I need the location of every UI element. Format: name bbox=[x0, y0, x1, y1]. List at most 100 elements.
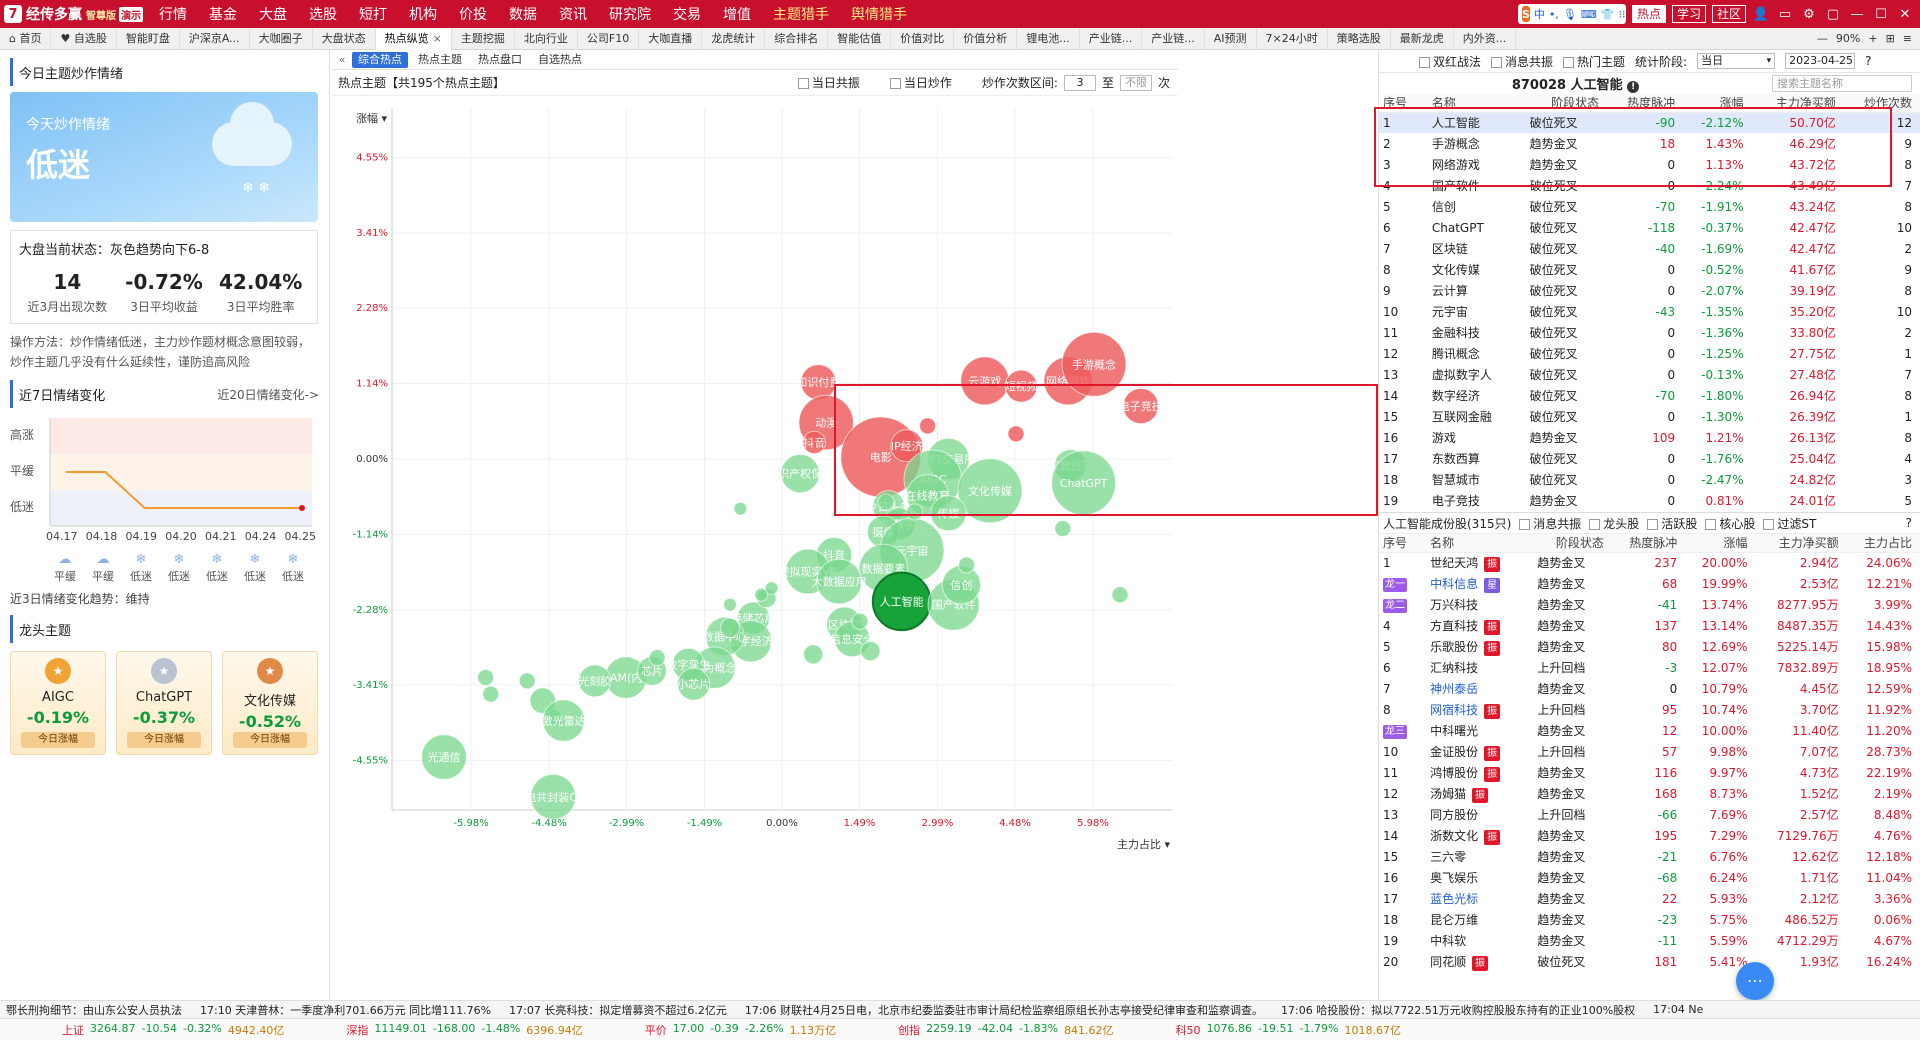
tab-item[interactable]: 龙虎统计 bbox=[702, 27, 766, 50]
stock-row[interactable]: 12 汤姆猫振趋势金叉 168 8.73% 1.52亿 2.19% bbox=[1379, 783, 1920, 804]
stock-filter-checkbox[interactable]: 核心股 bbox=[1705, 515, 1755, 532]
week-more-link[interactable]: 近20日情绪变化-> bbox=[217, 386, 319, 403]
leader-card[interactable]: ★ ChatGPT -0.37% 今日涨幅 bbox=[116, 651, 212, 755]
date-picker[interactable]: 2023-04-25 bbox=[1785, 53, 1856, 69]
leader-card[interactable]: ★ AIGC -0.19% 今日涨幅 bbox=[10, 651, 106, 755]
stock-col-header[interactable]: 阶段状态 bbox=[1533, 534, 1612, 553]
tab-item[interactable]: 策略选股 bbox=[1328, 27, 1391, 50]
leader-button[interactable]: 今日涨幅 bbox=[127, 732, 201, 748]
range-from-input[interactable]: 3 bbox=[1063, 74, 1096, 91]
stock-row[interactable]: 龙二 万兴科技 趋势金叉 -41 13.74% 8277.95万 3.99% bbox=[1379, 594, 1920, 615]
tab-item[interactable]: 产业链... bbox=[1142, 27, 1205, 50]
stock-row[interactable]: 17 蓝色光标 趋势金叉 22 5.93% 2.12亿 3.36% bbox=[1379, 888, 1920, 909]
news-item[interactable]: 17:04 Ne bbox=[1653, 1003, 1703, 1016]
news-item[interactable]: 17:07 长亮科技：拟定增募资不超过6.2亿元 bbox=[509, 1002, 727, 1018]
collapse-icon[interactable]: « bbox=[332, 53, 352, 66]
stock-col-header[interactable]: 主力占比 bbox=[1846, 534, 1920, 553]
zoom-out-button[interactable]: — bbox=[1817, 32, 1828, 45]
theme-row[interactable]: 15 互联网金融 破位死叉 0 -1.30% 26.39亿 1 bbox=[1379, 406, 1920, 427]
stock-row[interactable]: 7 神州泰岳 趋势金叉 0 10.79% 4.45亿 12.59% bbox=[1379, 678, 1920, 699]
bubble[interactable] bbox=[803, 644, 824, 665]
double-red-checkbox[interactable]: 双红战法 bbox=[1419, 53, 1481, 70]
user-icon[interactable]: 👤 bbox=[1752, 5, 1770, 23]
theme-row[interactable]: 18 智慧城市 破位死叉 0 -2.47% 24.82亿 3 bbox=[1379, 469, 1920, 490]
stock-row[interactable]: 14 浙数文化振趋势金叉 195 7.29% 7129.76万 4.76% bbox=[1379, 825, 1920, 846]
bubble[interactable] bbox=[958, 556, 976, 574]
stock-row[interactable]: 16 奥飞娱乐 趋势金叉 -68 6.24% 1.71亿 11.04% bbox=[1379, 867, 1920, 888]
stock-col-header[interactable]: 名称 bbox=[1426, 534, 1534, 553]
menu-item[interactable]: 交易 bbox=[662, 4, 712, 24]
tab-item[interactable]: 内外资... bbox=[1454, 27, 1517, 50]
stock-row[interactable]: 龙一 中科信息星趋势金叉 68 19.99% 2.53亿 12.21% bbox=[1379, 573, 1920, 594]
stock-row[interactable]: 20 同花顺振破位死叉 181 5.41% 1.93亿 16.24% bbox=[1379, 951, 1920, 972]
menu-item[interactable]: 行情 bbox=[148, 4, 198, 24]
menu-item[interactable]: 选股 bbox=[298, 4, 348, 24]
theme-row[interactable]: 17 东数西算 破位死叉 0 -1.76% 25.04亿 4 bbox=[1379, 448, 1920, 469]
stock-row[interactable]: 4 方直科技振趋势金叉 137 13.14% 8487.35万 14.43% bbox=[1379, 615, 1920, 636]
hot-button[interactable]: 热点 bbox=[1631, 5, 1666, 23]
menu-item[interactable]: 资讯 bbox=[548, 4, 598, 24]
theme-row[interactable]: 7 区块链 破位死叉 -40 -1.69% 42.47亿 2 bbox=[1379, 238, 1920, 259]
bubble[interactable] bbox=[860, 640, 881, 662]
stat-period-select[interactable]: 当日 bbox=[1697, 53, 1776, 69]
index-item[interactable]: 深指 11149.01 -168.00 -1.48% 6396.94亿 bbox=[346, 1022, 582, 1038]
tab-item[interactable]: 大盘状态 bbox=[313, 27, 376, 50]
stock-row[interactable]: 11 鸿博股份振趋势金叉 116 9.97% 4.73亿 22.19% bbox=[1379, 762, 1920, 783]
tab-item[interactable]: 主题挖掘 bbox=[452, 27, 515, 50]
minimize-icon[interactable]: — bbox=[1848, 5, 1866, 23]
theme-row[interactable]: 12 腾讯概念 破位死叉 0 -1.25% 27.75亿 1 bbox=[1379, 343, 1920, 364]
stock-row[interactable]: 6 汇纳科技 上升回档 -3 12.07% 7832.89万 18.95% bbox=[1379, 657, 1920, 678]
menu-item[interactable]: 研究院 bbox=[598, 4, 662, 24]
tab-item[interactable]: 公司F10 bbox=[578, 27, 640, 50]
bubble[interactable] bbox=[851, 612, 869, 630]
leader-card[interactable]: ★ 文化传媒 -0.52% 今日涨幅 bbox=[222, 651, 318, 755]
theme-row[interactable]: 14 数字经济 破位死叉 -70 -1.80% 26.94亿 8 bbox=[1379, 385, 1920, 406]
maximize-icon[interactable]: ☐ bbox=[1872, 5, 1890, 23]
stock-col-header[interactable]: 热度脉冲 bbox=[1611, 534, 1686, 553]
hype-checkbox[interactable]: 当日炒作 bbox=[889, 74, 952, 91]
index-item[interactable]: 上证 3264.87 -10.54 -0.32% 4942.40亿 bbox=[62, 1022, 284, 1038]
zoom-in-button[interactable]: + bbox=[1868, 32, 1877, 45]
learn-button[interactable]: 学习 bbox=[1671, 5, 1706, 23]
bubble[interactable] bbox=[1054, 520, 1072, 538]
menu-icon[interactable]: ≡ bbox=[1903, 32, 1912, 45]
stock-row[interactable]: 19 中科软 趋势金叉 -11 5.59% 4712.29万 4.67% bbox=[1379, 930, 1920, 951]
stock-filter-checkbox[interactable]: 消息共振 bbox=[1519, 515, 1581, 532]
index-item[interactable]: 创指 2259.19 -42.04 -1.83% 841.62亿 bbox=[898, 1022, 1113, 1038]
theme-row[interactable]: 19 电子竞技 趋势金叉 0 0.81% 24.01亿 5 bbox=[1379, 490, 1920, 511]
theme-row[interactable]: 9 云计算 破位死叉 0 -2.07% 39.19亿 8 bbox=[1379, 280, 1920, 301]
stock-col-header[interactable]: 序号 bbox=[1379, 534, 1427, 553]
stock-col-header[interactable]: 主力净买额 bbox=[1755, 534, 1847, 553]
tab-item[interactable]: 智能盯盘 bbox=[117, 27, 180, 50]
stock-filter-checkbox[interactable]: 龙头股 bbox=[1589, 515, 1639, 532]
bubble[interactable] bbox=[719, 617, 741, 638]
stock-row[interactable]: 10 金证股份振上升回档 57 9.98% 7.07亿 28.73% bbox=[1379, 741, 1920, 762]
tab-item[interactable]: 锂电池... bbox=[1017, 27, 1080, 50]
theme-row[interactable]: 13 虚拟数字人 破位死叉 0 -0.13% 27.48亿 7 bbox=[1379, 364, 1920, 385]
theme-row[interactable]: 16 游戏 趋势金叉 109 1.21% 26.13亿 8 bbox=[1379, 427, 1920, 448]
settings-icon[interactable]: ⚙ bbox=[1800, 5, 1818, 23]
menu-item[interactable]: 数据 bbox=[498, 4, 548, 24]
close-icon[interactable]: ✕ bbox=[1896, 5, 1914, 23]
theme-row[interactable]: 8 文化传媒 破位死叉 0 -0.52% 41.67亿 9 bbox=[1379, 259, 1920, 280]
tab-item[interactable]: 价值分析 bbox=[954, 27, 1018, 50]
subtab-item[interactable]: 自选热点 bbox=[532, 52, 588, 68]
tab-item[interactable]: 价值对比 bbox=[891, 27, 955, 50]
restore-icon[interactable]: ▢ bbox=[1824, 5, 1842, 23]
message-icon[interactable]: ▭ bbox=[1776, 5, 1794, 23]
tab-item[interactable]: ♥ 自选股 bbox=[51, 27, 117, 50]
stock-row[interactable]: 15 三六零 趋势金叉 -21 6.76% 12.62亿 12.18% bbox=[1379, 846, 1920, 867]
tab-item[interactable]: 综合排名 bbox=[765, 27, 829, 50]
bubble[interactable] bbox=[733, 501, 748, 516]
menu-item[interactable]: 主题猎手 bbox=[762, 4, 840, 24]
tab-item[interactable]: 大咖圈子 bbox=[250, 27, 313, 50]
news-item[interactable]: 鄂长刑拘细节：由山东公安人员执法 bbox=[6, 1002, 182, 1018]
subtab-item[interactable]: 热点主题 bbox=[412, 52, 468, 68]
news-resonance-checkbox[interactable]: 消息共振 bbox=[1491, 53, 1553, 70]
theme-row[interactable]: 6 ChatGPT 破位死叉 -118 -0.37% 42.47亿 10 bbox=[1379, 217, 1920, 238]
tab-item[interactable]: AI预测 bbox=[1205, 27, 1257, 50]
stock-row[interactable]: 5 乐歌股份振趋势金叉 80 12.69% 5225.14万 15.98% bbox=[1379, 636, 1920, 657]
floating-action-button[interactable]: ⋯ bbox=[1736, 962, 1774, 1000]
leader-button[interactable]: 今日涨幅 bbox=[233, 732, 307, 748]
bubble[interactable] bbox=[1111, 586, 1129, 604]
